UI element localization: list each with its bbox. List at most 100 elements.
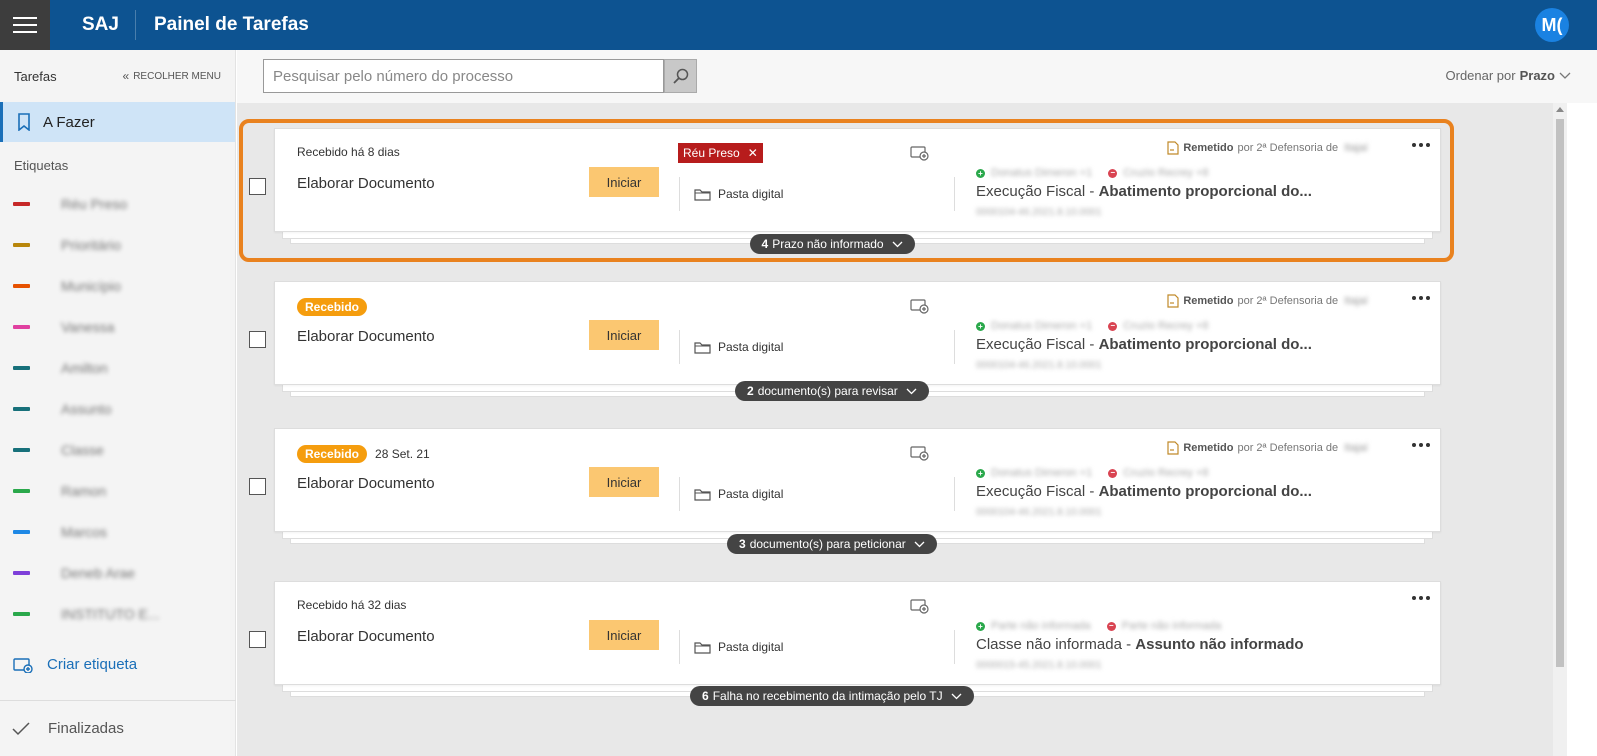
sidebar-tag-item[interactable]: Deneb Arae xyxy=(0,552,235,593)
more-options-icon[interactable] xyxy=(1412,443,1430,447)
case-class: Execução Fiscal xyxy=(976,336,1086,353)
task-row: Recebido há 8 dias Elaborar Documento In… xyxy=(237,128,1447,254)
more-options-icon[interactable] xyxy=(1412,296,1430,300)
party-active: Parte não informada xyxy=(991,620,1091,632)
menu-button[interactable] xyxy=(0,0,50,50)
tag-color-swatch xyxy=(13,201,30,206)
tags-section-label: Etiquetas xyxy=(14,158,69,173)
task-card[interactable]: Recebido 28 Set. 21 Elaborar Documento In… xyxy=(274,428,1441,532)
remetido-place: Itajaí xyxy=(1344,142,1368,154)
tag-label: INSTITUTO E... xyxy=(61,605,160,622)
tag-label: Vanessa xyxy=(61,318,115,335)
sidebar-tag-item[interactable]: INSTITUTO E... xyxy=(0,593,235,634)
case-number: 0000015-45.2021.8.10.0001 xyxy=(976,660,1102,671)
case-parties: + Parte não informada − Parte não inform… xyxy=(976,620,1221,632)
document-sent-icon xyxy=(1167,294,1179,308)
task-summary-pill[interactable]: 3 documento(s) para peticionar xyxy=(727,534,937,554)
sidebar-tag-item[interactable]: Classe xyxy=(0,429,235,470)
more-options-icon[interactable] xyxy=(1412,143,1430,147)
minus-circle-icon: − xyxy=(1106,621,1116,631)
sidebar-tag-item[interactable]: Ramon xyxy=(0,470,235,511)
start-button[interactable]: Iniciar xyxy=(589,467,659,497)
task-checkbox[interactable] xyxy=(249,331,266,348)
folder-label: Pasta digital xyxy=(718,187,784,201)
tag-color-swatch xyxy=(13,611,30,616)
plus-circle-icon: + xyxy=(976,468,985,478)
more-options-icon[interactable] xyxy=(1412,596,1430,600)
sidebar-item-label: A Fazer xyxy=(43,113,95,131)
plus-circle-icon: + xyxy=(976,621,985,631)
minus-circle-icon: − xyxy=(1108,321,1118,331)
tag-color-swatch xyxy=(13,447,30,452)
task-card[interactable]: Recebido há 8 dias Elaborar Documento In… xyxy=(274,128,1441,232)
sidebar-tag-item[interactable]: Amilton xyxy=(0,347,235,388)
folder-icon xyxy=(694,188,711,201)
app-header: SAJ Painel de Tarefas M( xyxy=(0,0,1597,50)
sidebar-tag-item[interactable]: Marcos xyxy=(0,511,235,552)
minus-circle-icon: − xyxy=(1108,168,1118,178)
collapse-menu-button[interactable]: « RECOLHER MENU xyxy=(123,69,221,83)
sort-dropdown[interactable]: Ordenar por Prazo xyxy=(1446,68,1572,83)
close-icon[interactable]: ✕ xyxy=(748,146,758,160)
case-title[interactable]: Execução Fiscal - Abatimento proporciona… xyxy=(976,483,1312,500)
add-to-folder-button[interactable] xyxy=(910,598,930,619)
tag-color-swatch xyxy=(13,570,30,575)
task-checkbox[interactable] xyxy=(249,178,266,195)
sidebar-item-finalizadas[interactable]: Finalizadas xyxy=(0,700,236,756)
check-icon xyxy=(12,721,30,735)
task-card[interactable]: Recebido Elaborar Documento Iniciar Past… xyxy=(274,281,1441,385)
remetido-label: Remetido xyxy=(1183,295,1234,307)
case-subject: Abatimento proporcional do... xyxy=(1098,336,1312,353)
sidebar-tag-item[interactable]: Vanessa xyxy=(0,306,235,347)
task-checkbox[interactable] xyxy=(249,631,266,648)
sidebar-tag-item[interactable]: Assunto xyxy=(0,388,235,429)
remetido-by: por 2ª Defensoria de xyxy=(1237,295,1339,307)
task-summary-pill[interactable]: 6 Falha no recebimento da intimação pelo… xyxy=(690,686,974,706)
pasta-digital-link[interactable]: Pasta digital xyxy=(694,340,783,354)
task-tag-reu-preso[interactable]: Réu Preso ✕ xyxy=(678,143,763,163)
divider xyxy=(679,477,680,511)
pill-text: Falha no recebimento da intimação pelo T… xyxy=(712,689,943,703)
case-title[interactable]: Execução Fiscal - Abatimento proporciona… xyxy=(976,336,1312,353)
scrollbar-thumb[interactable] xyxy=(1556,119,1564,667)
task-card[interactable]: Recebido há 32 dias Elaborar Documento I… xyxy=(274,581,1441,685)
tag-label: Prioritário xyxy=(61,236,121,253)
add-to-folder-button[interactable] xyxy=(910,298,930,319)
chevron-down-icon xyxy=(906,388,917,394)
scrollbar[interactable] xyxy=(1553,103,1567,756)
search-input[interactable] xyxy=(263,59,664,93)
search-button[interactable] xyxy=(664,59,697,93)
start-button[interactable]: Iniciar xyxy=(589,320,659,350)
case-parties: + Donatus Dimeron +1 − Cruzio Recrey +8 xyxy=(976,320,1209,332)
avatar[interactable]: M( xyxy=(1535,8,1569,42)
sidebar-item-a-fazer[interactable]: A Fazer xyxy=(0,102,235,142)
divider xyxy=(954,330,955,364)
tag-color-swatch xyxy=(13,365,30,370)
task-checkbox[interactable] xyxy=(249,478,266,495)
scroll-up-arrow-icon[interactable] xyxy=(1556,107,1564,112)
tag-label: Amilton xyxy=(61,359,108,376)
add-to-folder-button[interactable] xyxy=(910,445,930,466)
case-title[interactable]: Classe não informada - Assunto não infor… xyxy=(976,636,1304,653)
sidebar-tag-item[interactable]: Prioritário xyxy=(0,224,235,265)
case-title[interactable]: Execução Fiscal - Abatimento proporciona… xyxy=(976,183,1312,200)
add-to-folder-button[interactable] xyxy=(910,145,930,166)
divider xyxy=(954,630,955,664)
start-button[interactable]: Iniciar xyxy=(589,620,659,650)
tag-color-swatch xyxy=(13,488,30,493)
sidebar: Tarefas « RECOLHER MENU A Fazer Etiqueta… xyxy=(0,50,236,756)
sidebar-tag-item[interactable]: Réu Preso xyxy=(0,183,235,224)
pasta-digital-link[interactable]: Pasta digital xyxy=(694,640,783,654)
pill-text: documento(s) para peticionar xyxy=(749,537,906,551)
task-summary-pill[interactable]: 2 documento(s) para revisar xyxy=(735,381,929,401)
pasta-digital-link[interactable]: Pasta digital xyxy=(694,187,783,201)
create-tag-button[interactable]: Criar etiqueta xyxy=(13,656,137,673)
task-row: Recebido há 32 dias Elaborar Documento I… xyxy=(237,581,1447,706)
task-summary-pill[interactable]: 4 Prazo não informado xyxy=(749,234,915,254)
app-name[interactable]: SAJ xyxy=(66,10,136,40)
sidebar-tag-item[interactable]: Município xyxy=(0,265,235,306)
finalizadas-label: Finalizadas xyxy=(48,720,124,737)
start-button[interactable]: Iniciar xyxy=(589,167,659,197)
chevron-down-icon xyxy=(892,241,903,247)
pasta-digital-link[interactable]: Pasta digital xyxy=(694,487,783,501)
